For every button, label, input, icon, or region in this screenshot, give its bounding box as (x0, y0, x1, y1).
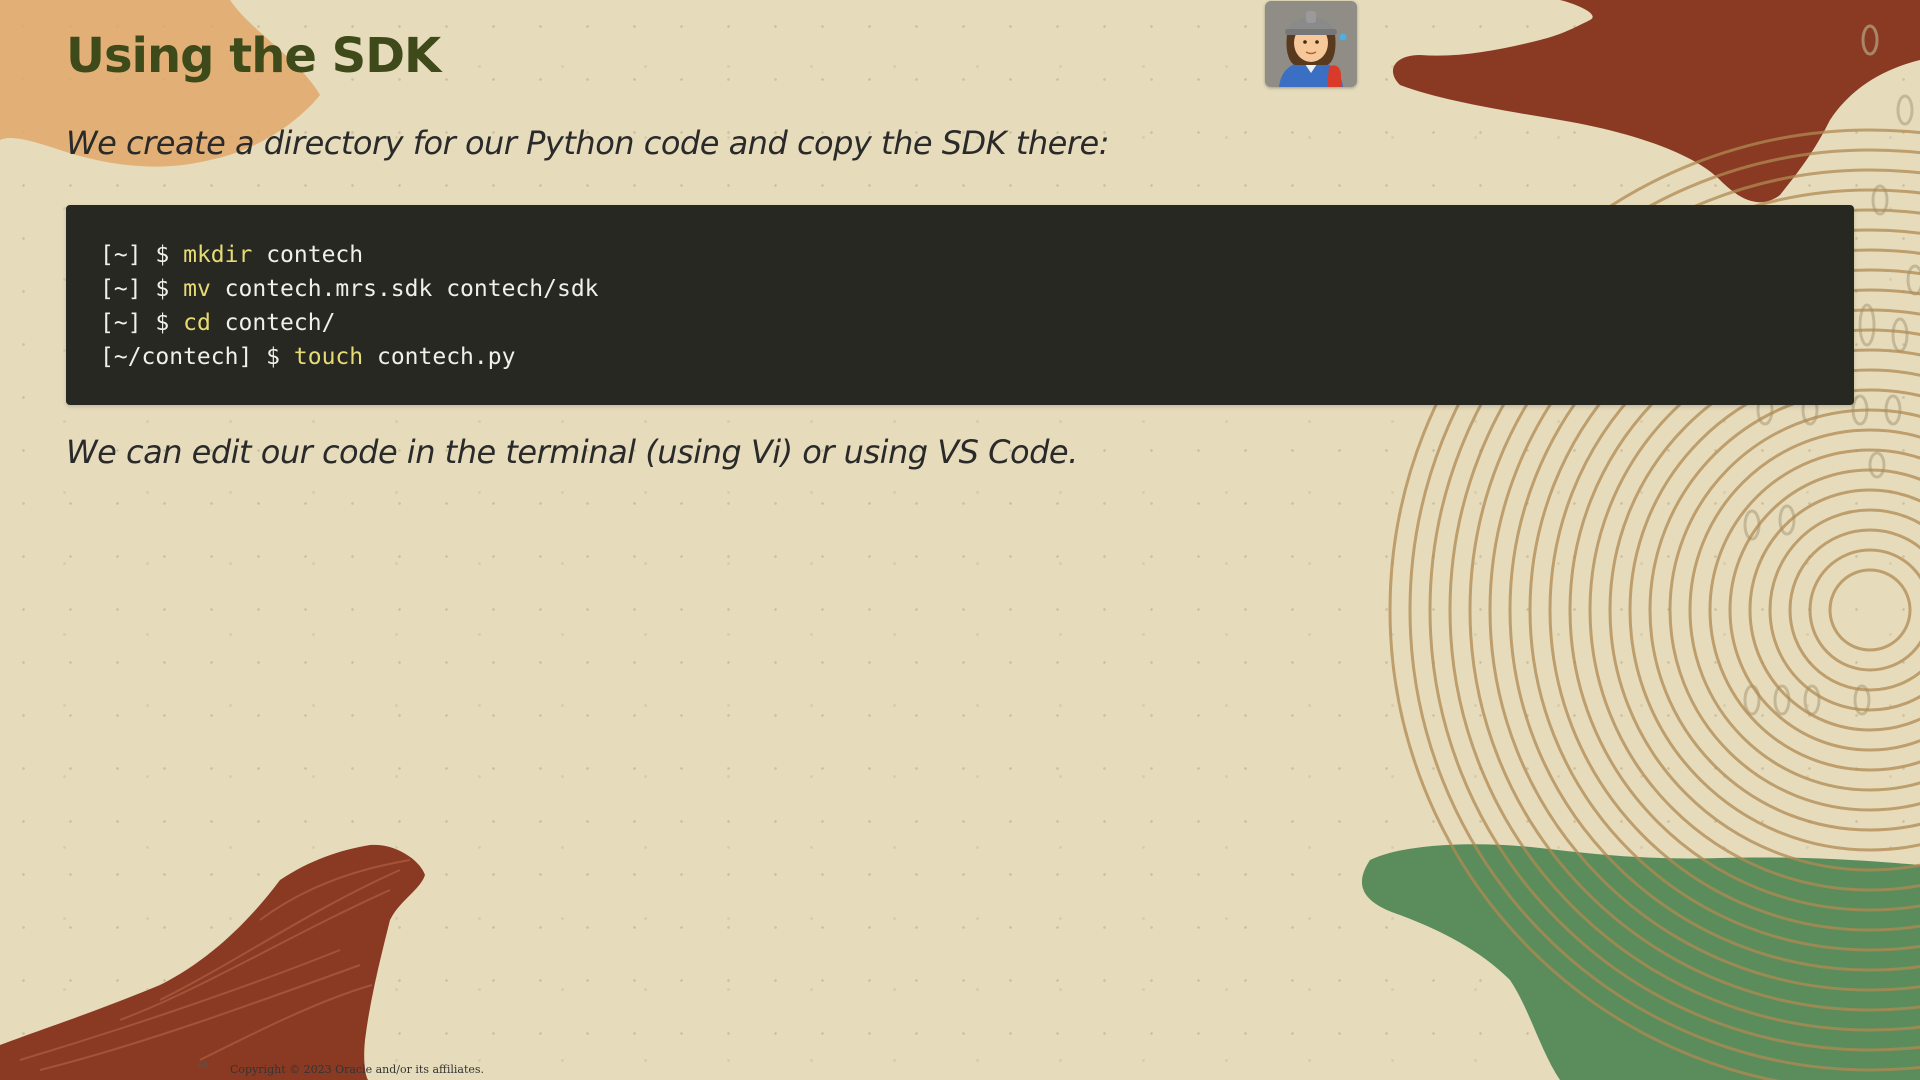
code-prompt: [~/contech] $ (100, 344, 294, 370)
red-striped-blob (0, 844, 425, 1080)
red-stripes (19, 859, 411, 1071)
background-texture (0, 0, 1920, 1080)
presenter-avatar (1265, 1, 1357, 87)
code-line: [~] $ cd contech/ (100, 306, 1820, 340)
background-decoration (0, 0, 1920, 1080)
code-args: contech/ (210, 310, 336, 336)
red-branch (1392, 0, 1920, 203)
slide-note: We can edit our code in the terminal (us… (66, 433, 1078, 471)
code-args: contech.py (363, 344, 516, 370)
page-number: 68 (198, 1061, 209, 1070)
code-line: [~] $ mkdir contech (100, 238, 1820, 272)
code-args: contech (252, 242, 364, 268)
code-args: contech.mrs.sdk contech/sdk (210, 276, 599, 302)
code-command: cd (183, 310, 211, 336)
code-command: touch (293, 344, 364, 370)
terminal-code-block: [~] $ mkdir contech [~] $ mv contech.mrs… (66, 205, 1854, 405)
woman-construction-worker-icon (1279, 11, 1347, 87)
code-prompt: [~] $ (100, 310, 184, 336)
copyright-footer: Copyright © 2023 Oracle and/or its affil… (230, 1063, 485, 1076)
code-command: mv (183, 276, 211, 302)
code-line: [~] $ mv contech.mrs.sdk contech/sdk (100, 272, 1820, 306)
slide-subtitle: We create a directory for our Python cod… (66, 124, 1109, 162)
code-prompt: [~] $ (100, 276, 184, 302)
green-blob (1361, 844, 1920, 1080)
slide-title: Using the SDK (66, 28, 441, 84)
code-command: mkdir (183, 242, 253, 268)
code-prompt: [~] $ (100, 242, 184, 268)
code-line: [~/contech] $ touch contech.py (100, 340, 1820, 374)
